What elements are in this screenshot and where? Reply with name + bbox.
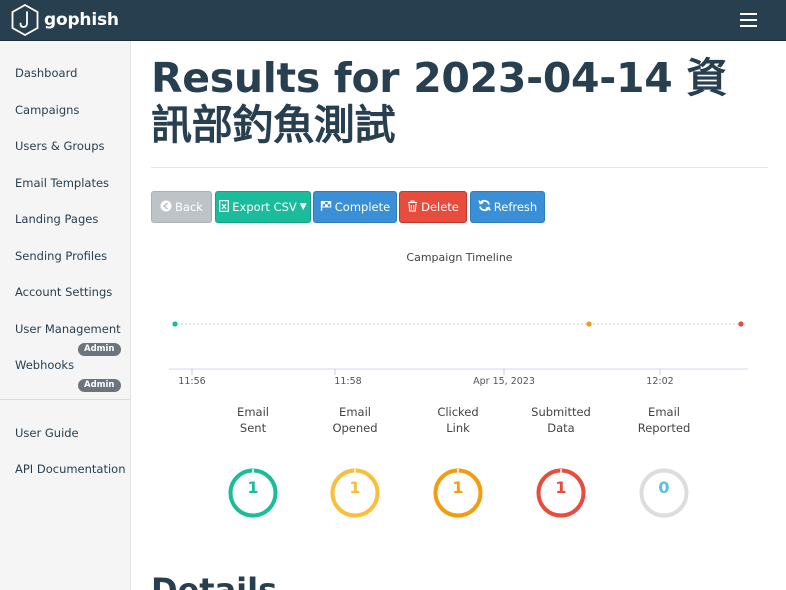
menu-toggle-icon[interactable] [740,13,762,29]
back-button-label: Back [175,200,203,214]
complete-button-label: Complete [334,200,391,214]
email-sent-count: 1 [247,478,259,497]
export-csv-button[interactable]: Export CSV ▼ [215,191,311,223]
title-divider [151,167,768,168]
file-excel-icon [219,199,230,215]
email-sent-donut[interactable]: 1 [228,468,278,518]
timeline-tick-label: Apr 15, 2023 [473,376,535,387]
flag-checkered-icon [320,200,332,215]
timeline-tick-label: 11:56 [178,376,205,387]
top-navbar: gophish [0,0,786,41]
trash-icon [407,199,418,215]
page-title: Results for 2023-04-14 資訊部釣魚測試 [151,54,728,149]
refresh-icon [478,199,491,215]
sidebar-item-sending-profiles[interactable]: Sending Profiles [15,249,107,263]
sidebar-item-api-documentation[interactable]: API Documentation [15,462,126,476]
timeline-title: Campaign Timeline [406,251,513,264]
complete-button[interactable]: Complete [313,191,397,223]
stat-label-submitted-data: Submitted Data [531,405,591,435]
admin-badge: Admin [78,379,121,392]
sidebar-item-dashboard[interactable]: Dashboard [15,66,77,80]
timeline-tick-label: 12:02 [646,376,673,387]
stat-label-email-opened: Email Opened [332,405,378,435]
timeline-event-point[interactable] [586,321,592,327]
submitted-data-count: 1 [555,478,567,497]
sidebar-item-webhooks[interactable]: Webhooks [15,358,74,372]
stat-label-email-sent: Email Sent [237,405,269,435]
refresh-button[interactable]: Refresh [470,191,545,223]
email-reported-count: 0 [658,478,670,497]
back-button[interactable]: Back [151,191,212,223]
submitted-data-donut[interactable]: 1 [536,468,586,518]
delete-button-label: Delete [421,200,459,214]
export-csv-label: Export CSV [232,200,297,214]
clicked-link-count: 1 [452,478,464,497]
sidebar-item-users-groups[interactable]: Users & Groups [15,139,104,153]
caret-down-icon: ▼ [299,202,307,212]
sidebar-item-account-settings[interactable]: Account Settings [15,285,112,299]
clicked-link-donut[interactable]: 1 [433,468,483,518]
stat-label-email-reported: Email Reported [637,405,691,435]
admin-badge: Admin [78,343,121,356]
refresh-button-label: Refresh [493,200,538,214]
sidebar-item-user-management[interactable]: User Management [15,322,121,336]
details-heading: Details [151,571,278,590]
sidebar: Dashboard Campaigns Users & Groups Email… [0,41,131,590]
email-opened-donut[interactable]: 1 [330,468,380,518]
email-reported-donut[interactable]: 0 [639,468,689,518]
sidebar-item-user-guide[interactable]: User Guide [15,426,79,440]
campaign-timeline: 11:56 11:58 Apr 15, 2023 12:02 Campaign … [151,240,768,390]
brand-name: gophish [44,10,119,30]
timeline-tick-label: 11:58 [334,376,361,387]
sidebar-item-campaigns[interactable]: Campaigns [15,103,79,117]
stat-label-clicked-link: Clicked Link [437,405,479,435]
sidebar-item-email-templates[interactable]: Email Templates [15,176,109,190]
gophish-logo-icon [11,4,39,36]
timeline-event-point[interactable] [738,321,744,327]
arrow-circle-left-icon [160,200,172,215]
brand-link[interactable]: gophish [11,4,119,36]
sidebar-item-landing-pages[interactable]: Landing Pages [15,212,98,226]
email-opened-count: 1 [349,478,361,497]
sidebar-divider [0,399,131,400]
delete-button[interactable]: Delete [399,191,467,223]
timeline-event-point[interactable] [172,321,178,327]
